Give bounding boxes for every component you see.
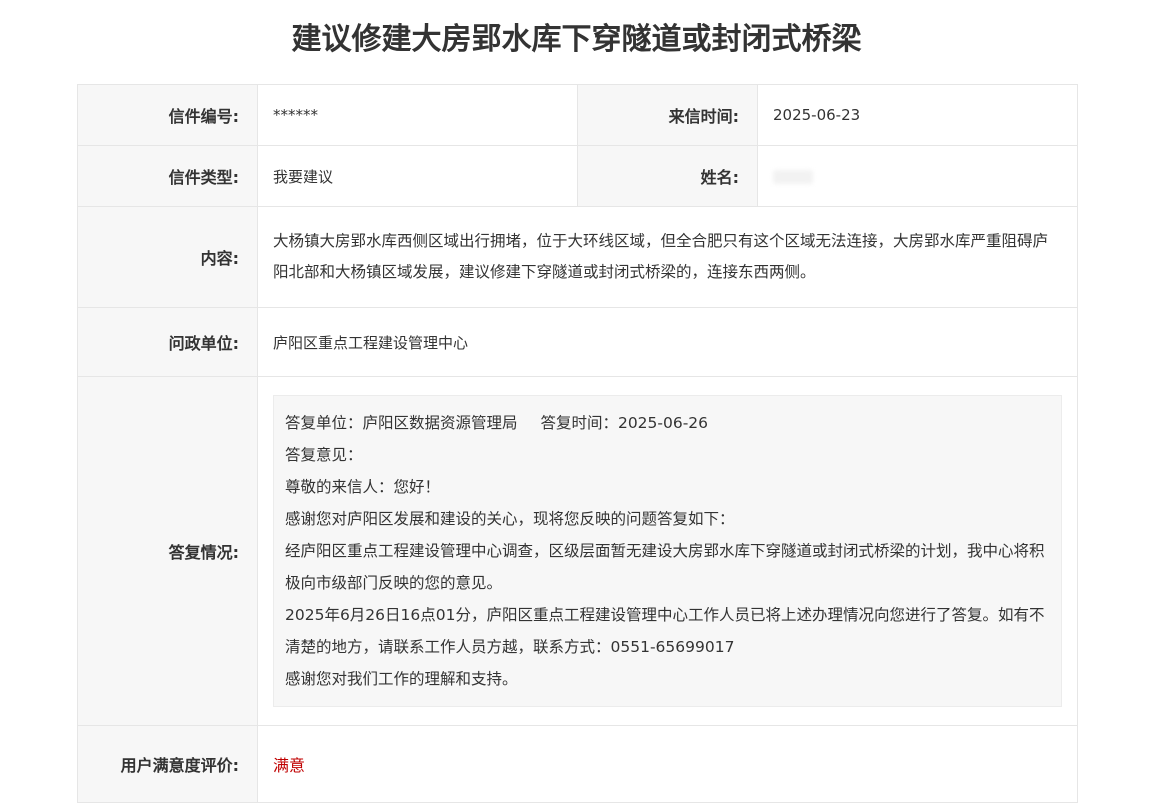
- type-value: 我要建议: [257, 145, 578, 207]
- reply-box: 答复单位：庐阳区数据资源管理局 答复时间：2025-06-26 答复意见： 尊敬…: [273, 395, 1062, 707]
- unit-label: 问政单位:: [77, 307, 258, 377]
- reply-opinion-label: 答复意见：: [285, 446, 363, 464]
- reply-line-4: 感谢您对我们工作的理解和支持。: [285, 670, 518, 688]
- letter-no-label: 信件编号:: [77, 84, 258, 146]
- row-reply: 答复情况: 答复单位：庐阳区数据资源管理局 答复时间：2025-06-26 答复…: [77, 376, 1078, 726]
- row-type: 信件类型: 我要建议 姓名:: [77, 145, 1078, 207]
- rating-value: 满意: [273, 756, 306, 775]
- date-value: 2025-06-23: [757, 84, 1078, 146]
- reply-line-3: 2025年6月26日16点01分，庐阳区重点工程建设管理中心工作人员已将上述办理…: [285, 606, 1045, 656]
- row-content: 内容: 大杨镇大房郢水库西侧区域出行拥堵，位于大环线区域，但全合肥只有这个区域无…: [77, 206, 1078, 308]
- letter-no-value: ******: [257, 84, 578, 146]
- letter-detail-page: 建议修建大房郢水库下穿隧道或封闭式桥梁 信件编号: ****** 来信时间: 2…: [0, 0, 1161, 806]
- name-value: [757, 145, 1078, 207]
- reply-cell: 答复单位：庐阳区数据资源管理局 答复时间：2025-06-26 答复意见： 尊敬…: [257, 376, 1078, 726]
- reply-label: 答复情况:: [77, 376, 258, 726]
- content-value: 大杨镇大房郢水库西侧区域出行拥堵，位于大环线区域，但全合肥只有这个区域无法连接，…: [257, 206, 1078, 308]
- row-letter-no: 信件编号: ****** 来信时间: 2025-06-23: [77, 84, 1078, 146]
- letter-info-table: 信件编号: ****** 来信时间: 2025-06-23 信件类型: 我要建议…: [77, 84, 1078, 803]
- reply-header: 答复单位：庐阳区数据资源管理局 答复时间：2025-06-26: [285, 407, 1050, 439]
- reply-unit: 答复单位：庐阳区数据资源管理局: [285, 414, 518, 432]
- type-label: 信件类型:: [77, 145, 258, 207]
- unit-value: 庐阳区重点工程建设管理中心: [257, 307, 1078, 377]
- reply-line-2: 经庐阳区重点工程建设管理中心调查，区级层面暂无建设大房郢水库下穿隧道或封闭式桥梁…: [285, 542, 1045, 592]
- blurred-name: [773, 169, 813, 184]
- rating-cell: 满意: [257, 725, 1078, 803]
- row-unit: 问政单位: 庐阳区重点工程建设管理中心: [77, 307, 1078, 377]
- rating-label: 用户满意度评价:: [77, 725, 258, 803]
- reply-line-1: 感谢您对庐阳区发展和建设的关心，现将您反映的问题答复如下：: [285, 510, 735, 528]
- content-label: 内容:: [77, 206, 258, 308]
- page-title: 建议修建大房郢水库下穿隧道或封闭式桥梁: [291, 22, 862, 57]
- name-label: 姓名:: [577, 145, 758, 207]
- date-label: 来信时间:: [577, 84, 758, 146]
- row-rating: 用户满意度评价: 满意: [77, 725, 1078, 803]
- reply-time: 答复时间：2025-06-26: [540, 414, 709, 432]
- reply-greeting: 尊敬的来信人：您好！: [285, 478, 441, 496]
